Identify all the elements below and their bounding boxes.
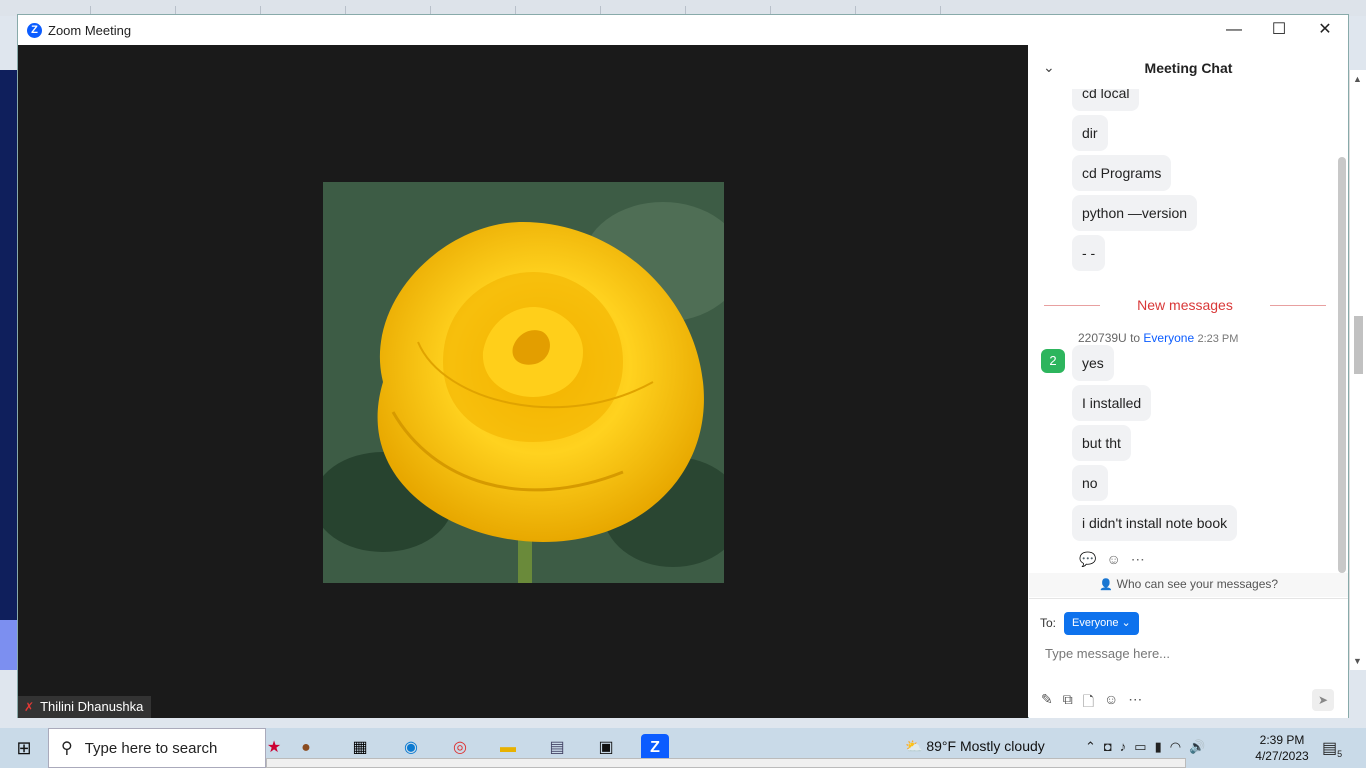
compose-toolbar: ✎ ⧉ 🗋 ☺ ⋯ <box>1041 691 1142 715</box>
emoji-reaction-icon[interactable]: ☺ <box>1106 551 1120 568</box>
battery-icon[interactable]: ▮ <box>1155 739 1162 755</box>
search-placeholder: Type here to search <box>84 739 218 757</box>
sender-name: 220739U <box>1078 331 1127 345</box>
screenshot-icon[interactable]: ⧉ <box>1063 691 1073 715</box>
network-icon[interactable]: ◠ <box>1170 739 1181 755</box>
zoom-window: Z Zoom Meeting — ☐ ✕ ✗ Thilini Dhanushka… <box>17 14 1349 718</box>
scrollbar-thumb[interactable] <box>1354 316 1363 374</box>
taskbar-search[interactable]: ⚲ Type here to search <box>48 728 266 768</box>
reply-icon[interactable]: 💬 <box>1079 551 1096 568</box>
privacy-text[interactable]: Who can see your messages? <box>1117 577 1278 591</box>
participant-name: Thilini Dhanushka <box>40 699 144 714</box>
chat-panel: ⌄ Meeting Chat cd local dir cd Programs … <box>1029 45 1348 718</box>
chat-message[interactable]: no <box>1072 465 1108 501</box>
chat-message[interactable]: cd local <box>1072 89 1140 111</box>
send-button[interactable]: ➤ <box>1312 689 1334 711</box>
weather-description: Mostly cloudy <box>959 738 1045 754</box>
chat-message[interactable]: dir <box>1072 115 1108 151</box>
new-messages-divider: New messages <box>1044 295 1326 315</box>
message-time: 2:23 PM <box>1197 333 1239 345</box>
notifications-icon[interactable]: ▤5 <box>1322 738 1342 759</box>
camera-icon[interactable]: ◘ <box>1104 739 1112 755</box>
window-title: Zoom Meeting <box>48 23 132 38</box>
message-sender-line: 220739U to Everyone 2:23 PM <box>1078 331 1238 345</box>
clock-date: 4/27/2023 <box>1255 749 1309 763</box>
chat-header: ⌄ Meeting Chat <box>1029 45 1348 89</box>
volume-icon[interactable]: 🔊 <box>1189 739 1205 755</box>
maximize-button[interactable]: ☐ <box>1256 15 1302 45</box>
zoom-logo-icon: Z <box>27 23 42 38</box>
privacy-notice[interactable]: 👤 Who can see your messages? <box>1029 573 1348 597</box>
new-messages-label: New messages <box>1137 297 1233 313</box>
participant-name-tag: ✗ Thilini Dhanushka <box>18 696 152 718</box>
person-icon: 👤 <box>1098 579 1113 591</box>
close-button[interactable]: ✕ <box>1302 15 1348 45</box>
file-icon[interactable]: 🗋 <box>1083 691 1094 715</box>
minimize-button[interactable]: — <box>1211 15 1257 45</box>
emoji-icon[interactable]: ☺ <box>1104 691 1118 715</box>
weather-cloud-icon: ⛅ <box>905 738 923 754</box>
chat-message[interactable]: I installed <box>1072 385 1152 421</box>
chat-message[interactable]: cd Programs <box>1072 155 1172 191</box>
weather-temp: 89°F <box>926 738 957 754</box>
chat-message[interactable]: i didn't install note book <box>1072 505 1238 541</box>
background-window-edge <box>0 70 18 620</box>
format-text-icon[interactable]: ✎ <box>1041 691 1053 715</box>
video-area[interactable]: ✗ Thilini Dhanushka <box>18 45 1028 718</box>
to-word: to <box>1130 331 1141 345</box>
avatar[interactable]: 2 <box>1041 349 1065 373</box>
notification-count: 5 <box>1337 749 1343 760</box>
recipient-dropdown-value: Everyone <box>1072 617 1119 629</box>
taskbar-clock[interactable]: 2:39 PM 4/27/2023 <box>1252 732 1312 764</box>
chat-message[interactable]: - - <box>1072 235 1106 271</box>
background-window-edge <box>0 620 18 670</box>
clock-time: 2:39 PM <box>1259 733 1305 747</box>
chat-scrollbar-thumb[interactable] <box>1338 157 1346 573</box>
recipient-name[interactable]: Everyone <box>1143 331 1194 345</box>
compose-area: To: Everyone ⌄ ✎ ⧉ 🗋 ☺ ⋯ ➤ <box>1029 598 1348 718</box>
to-label: To: <box>1040 616 1057 630</box>
windows-start-icon[interactable]: ⊞ <box>0 728 48 768</box>
background-scrollbar[interactable]: ▲ ▼ <box>1349 70 1366 670</box>
chat-message[interactable]: yes <box>1072 345 1114 381</box>
weather-widget[interactable]: ⛅ 89°F Mostly cloudy <box>905 738 1045 755</box>
chat-message[interactable]: python —version <box>1072 195 1198 231</box>
popup-window-peek <box>266 758 1186 768</box>
chat-title: Meeting Chat <box>1144 60 1233 76</box>
yellow-rose-image <box>323 182 724 583</box>
display-icon[interactable]: ▭ <box>1134 739 1146 755</box>
microphone-icon[interactable]: ♪ <box>1120 739 1127 755</box>
message-actions: 💬 ☺ ⋯ <box>1079 551 1145 568</box>
more-options-icon[interactable]: ⋯ <box>1131 551 1145 568</box>
shared-image <box>323 182 724 583</box>
chevron-up-icon[interactable]: ⌃ <box>1085 739 1096 755</box>
message-input[interactable] <box>1045 641 1335 665</box>
chat-message[interactable]: but tht <box>1072 425 1131 461</box>
title-bar: Z Zoom Meeting — ☐ ✕ <box>18 15 1348 45</box>
more-icon[interactable]: ⋯ <box>1128 691 1142 715</box>
system-tray: ⌃ ◘ ♪ ▭ ▮ ◠ 🔊 <box>1085 739 1205 755</box>
scroll-up-icon[interactable]: ▲ <box>1353 74 1362 84</box>
chevron-down-icon: ⌄ <box>1121 617 1131 629</box>
muted-mic-icon: ✗ <box>24 700 35 714</box>
scroll-down-icon[interactable]: ▼ <box>1353 656 1362 666</box>
recipient-dropdown[interactable]: Everyone ⌄ <box>1064 612 1139 635</box>
chat-messages[interactable]: cd local dir cd Programs python —version… <box>1029 89 1348 573</box>
chat-scrollbar[interactable] <box>1338 89 1346 573</box>
search-icon: ⚲ <box>61 740 73 757</box>
